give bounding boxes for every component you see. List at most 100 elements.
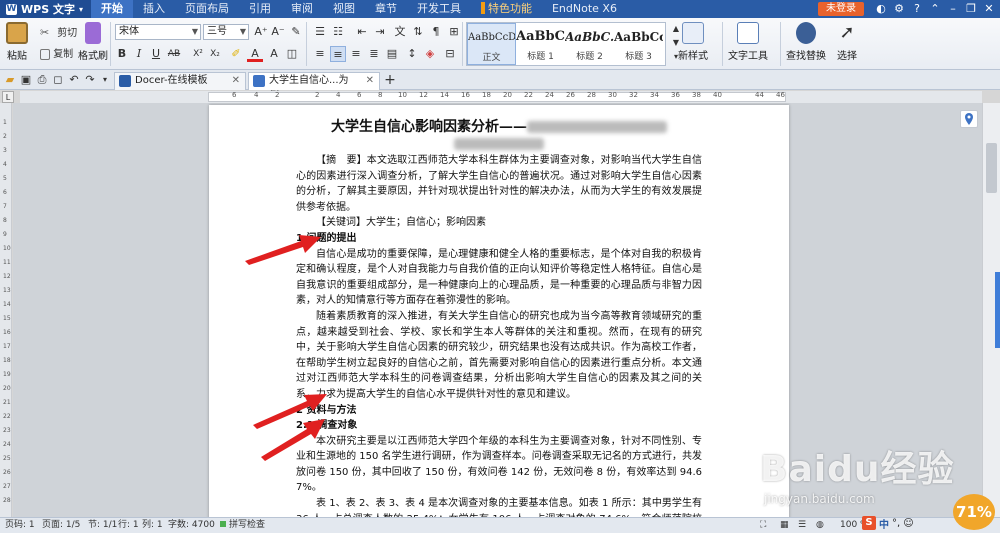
ime-mode[interactable]: 中 — [879, 516, 889, 531]
spell-check-toggle[interactable]: 拼写检查 — [220, 518, 265, 533]
sogou-icon[interactable]: S — [862, 516, 876, 530]
tab-insert[interactable]: 插入 — [133, 0, 175, 18]
numbering-icon[interactable]: ☷ — [330, 24, 346, 40]
new-tab-icon[interactable]: + — [382, 72, 398, 88]
bullets-icon[interactable]: ☰ — [312, 24, 328, 40]
undo-icon[interactable]: ↶ — [66, 72, 82, 88]
tab-page-layout[interactable]: 页面布局 — [175, 0, 239, 18]
superscript-icon[interactable]: X² — [190, 46, 206, 62]
login-button[interactable]: 未登录 — [818, 2, 864, 16]
find-replace-button[interactable]: 查找替换 — [786, 22, 826, 62]
increase-indent-icon[interactable]: ⇥ — [372, 24, 388, 40]
separator — [110, 22, 111, 66]
skin-icon[interactable]: ◐ — [874, 2, 888, 16]
emoji-icon[interactable]: ☺ — [903, 518, 913, 529]
open-folder-icon[interactable]: ▰ — [2, 72, 18, 88]
font-color-icon[interactable]: A — [247, 46, 263, 62]
highlight-icon[interactable]: ✐ — [228, 46, 244, 62]
style-heading-2[interactable]: AaBbC. 标题 2 — [565, 23, 614, 65]
print-icon[interactable]: ⎙ — [34, 72, 50, 88]
collapse-ribbon-icon[interactable]: ⌃ — [928, 2, 942, 16]
char-border-icon[interactable]: ◫ — [284, 46, 300, 62]
chinese-layout-icon[interactable]: 文 — [392, 24, 408, 40]
page-view-icon[interactable]: ▦ — [780, 518, 789, 533]
align-right-icon[interactable]: ≡ — [348, 46, 364, 62]
tab-features[interactable]: 特色功能 — [471, 0, 542, 18]
shrink-font-icon[interactable]: A⁻ — [270, 24, 286, 40]
format-painter-button[interactable]: 格式刷 — [78, 22, 108, 62]
style-heading-1[interactable]: AaBbC( 标题 1 — [516, 23, 565, 65]
document-body[interactable]: 大学生自信心影响因素分析—— 【摘 要】本文选取江西师范大学本科生群体为主要调查… — [296, 117, 702, 517]
justify-icon[interactable]: ≣ — [366, 46, 382, 62]
distribute-icon[interactable]: ▤ — [384, 46, 400, 62]
scrollbar-thumb[interactable] — [986, 143, 997, 193]
borders-icon[interactable]: ⊟ — [442, 46, 458, 62]
tab-chapter[interactable]: 章节 — [365, 0, 407, 18]
horizontal-ruler[interactable]: 6 4 2 2 4 6 8 10 12 14 16 18 20 22 24 26… — [20, 91, 982, 103]
side-panel-handle[interactable] — [995, 272, 1000, 348]
text-tool-button[interactable]: 文字工具 — [728, 22, 768, 62]
bold-icon[interactable]: B — [114, 46, 130, 62]
vertical-ruler[interactable]: 1 2 3 4 5 6 7 8 9 10 11 12 13 14 15 16 1… — [0, 103, 12, 517]
style-normal[interactable]: AaBbCcDd 正文 — [467, 23, 516, 65]
clear-format-icon[interactable]: ✎ — [288, 24, 304, 40]
ruler-tick: 6 — [3, 189, 7, 196]
cut-button[interactable]: ✂ 剪切 — [40, 24, 77, 40]
web-view-icon[interactable]: ◍ — [816, 518, 824, 533]
help-icon[interactable]: ? — [910, 2, 924, 16]
grow-font-icon[interactable]: A⁺ — [253, 24, 269, 40]
tab-endnote[interactable]: EndNote X6 — [542, 0, 627, 18]
status-pages[interactable]: 页面: 1/5 — [42, 518, 80, 533]
subscript-icon[interactable]: X₂ — [207, 46, 223, 62]
ruler-tick: 6 — [357, 91, 362, 99]
style-heading-3[interactable]: AaBbCcI 标题 3 — [614, 23, 663, 65]
preview-icon[interactable]: ◻ — [50, 72, 66, 88]
strikethrough-icon[interactable]: AB — [166, 46, 182, 62]
tab-stop-selector-icon[interactable]: L — [2, 91, 14, 103]
char-shading-icon[interactable]: A — [266, 46, 282, 62]
minimize-icon[interactable]: – — [946, 2, 960, 16]
sort-icon[interactable]: ⇅ — [410, 24, 426, 40]
speed-indicator[interactable]: 71% — [953, 494, 995, 530]
shading-icon[interactable]: ◈ — [422, 46, 438, 62]
quick-access-more-icon[interactable]: ▾ — [97, 72, 113, 88]
tab-docer-templates[interactable]: Docer-在线模板 ✕ — [114, 72, 246, 90]
new-style-button[interactable]: 新样式 — [678, 22, 708, 62]
decrease-indent-icon[interactable]: ⇤ — [354, 24, 370, 40]
settings-icon[interactable]: ⚙ — [892, 2, 906, 16]
font-name-select[interactable]: 宋体 ▼ — [115, 24, 201, 40]
close-tab-icon[interactable]: ✕ — [366, 73, 374, 89]
close-icon[interactable]: ✕ — [982, 2, 996, 16]
tab-references[interactable]: 引用 — [239, 0, 281, 18]
paste-button[interactable]: 粘贴 — [6, 22, 28, 62]
select-button[interactable]: ➚ 选择 — [836, 22, 858, 62]
ruler-tick: 21 — [3, 399, 11, 406]
tab-view[interactable]: 视图 — [323, 0, 365, 18]
font-size-select[interactable]: 三号 ▼ — [203, 24, 249, 40]
line-spacing-icon[interactable]: ↕ — [404, 46, 420, 62]
save-icon[interactable]: ▣ — [18, 72, 34, 88]
baidu-logo: Baidu经验 — [760, 449, 955, 490]
redo-icon[interactable]: ↷ — [82, 72, 98, 88]
heading-1: 1 问题的提出 — [296, 232, 357, 244]
restore-icon[interactable]: ❐ — [964, 2, 978, 16]
tab-review[interactable]: 审阅 — [281, 0, 323, 18]
navigation-pin-icon[interactable] — [960, 110, 978, 128]
align-left-icon[interactable]: ≡ — [312, 46, 328, 62]
copy-button[interactable]: 复制 — [40, 45, 73, 60]
italic-icon[interactable]: I — [131, 46, 147, 62]
show-marks-icon[interactable]: ¶ — [428, 24, 444, 40]
tab-current-document[interactable]: 大学生自信心...为例.doc ✕ — [248, 72, 380, 102]
status-bar: 页码: 1 页面: 1/5 节: 1/1 行: 1 列: 1 字数: 4700 … — [0, 517, 1000, 533]
table-border-icon[interactable]: ⊞ — [446, 24, 462, 40]
underline-icon[interactable]: U — [148, 46, 164, 62]
tab-developer[interactable]: 开发工具 — [407, 0, 471, 18]
punctuation-icon[interactable]: °, — [892, 518, 900, 529]
fullscreen-icon[interactable]: ⛶ — [760, 518, 766, 533]
tab-home[interactable]: 开始 — [90, 0, 133, 18]
outline-view-icon[interactable]: ☰ — [798, 518, 806, 533]
status-word-count[interactable]: 字数: 4700 — [168, 518, 215, 533]
close-tab-icon[interactable]: ✕ — [232, 73, 240, 89]
align-center-icon[interactable]: ≡ — [330, 46, 346, 62]
app-menu-button[interactable]: W WPS 文字 ▾ — [0, 0, 91, 18]
